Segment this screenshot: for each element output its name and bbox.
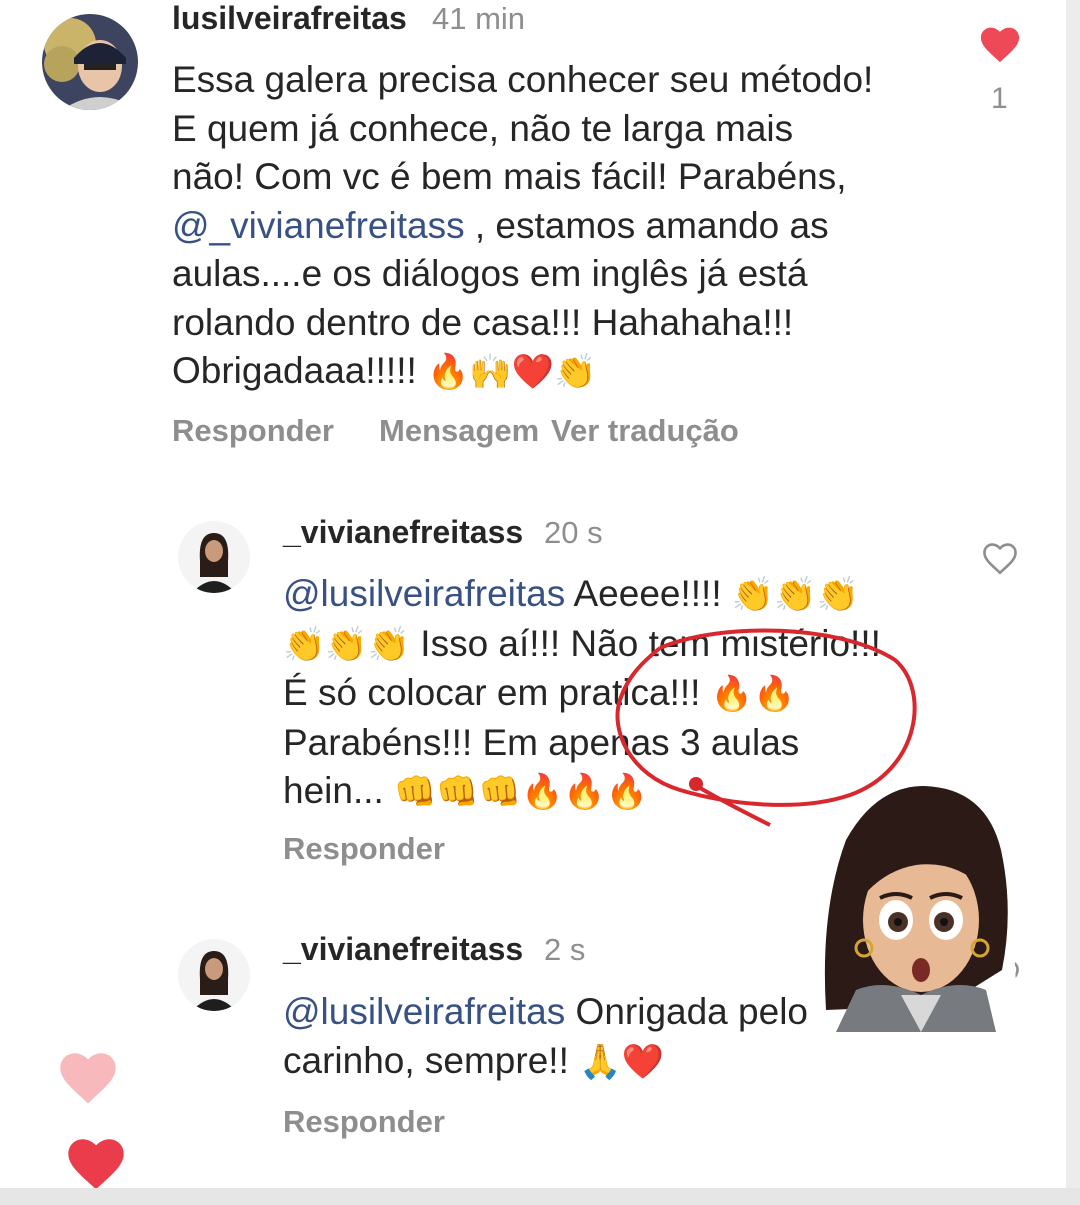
comment-time: 41 min: [432, 1, 526, 36]
emoji-group: 👊👊👊🔥🔥🔥: [394, 772, 649, 812]
mention-link[interactable]: @lusilveirafreitas: [283, 573, 565, 614]
heart-filled-icon[interactable]: [978, 24, 1022, 64]
comment-text-part: Essa galera precisa conhecer seu método!…: [172, 59, 874, 197]
comment-text-part: Aeeee!!!!: [565, 573, 732, 614]
bottom-edge: [0, 1188, 1080, 1205]
emoji-group: 🔥🙌❤️👏: [427, 352, 597, 392]
mention-link[interactable]: @lusilveirafreitas: [283, 991, 565, 1032]
comment-username[interactable]: lusilveirafreitas: [172, 0, 407, 37]
comment-text: Essa galera precisa conhecer seu método!…: [172, 56, 873, 397]
comments-panel: lusilveirafreitas 41 min Essa galera pre…: [0, 0, 1066, 1188]
avatar-vivianefreitass[interactable]: [178, 521, 250, 593]
heart-outline-icon[interactable]: [982, 957, 1022, 993]
avatar-lusilveirafreitas[interactable]: [42, 14, 138, 110]
heart-outline-icon[interactable]: [980, 540, 1020, 576]
comment-username[interactable]: _vivianefreitass: [283, 514, 523, 551]
heart-red-icon: [64, 1134, 128, 1188]
comment-text: @lusilveirafreitas Aeeee!!!! 👏👏👏 👏👏👏 Iss…: [283, 570, 881, 817]
emoji-group: 🙏❤️: [579, 1041, 664, 1082]
scrollbar[interactable]: [1066, 0, 1080, 1205]
comment-text: @lusilveirafreitas Onrigada pelo carinho…: [283, 988, 808, 1086]
mention-link[interactable]: @_vivianefreitass: [172, 205, 465, 246]
comment-username[interactable]: _vivianefreitass: [283, 931, 523, 968]
avatar-vivianefreitass[interactable]: [178, 939, 250, 1011]
comment-time: 2 s: [544, 932, 586, 967]
translate-button[interactable]: Ver tradução: [551, 413, 739, 449]
reply-button[interactable]: Responder: [283, 831, 445, 867]
emoji-group: 🔥🔥: [710, 674, 796, 714]
reply-button[interactable]: Responder: [283, 1104, 445, 1140]
heart-light-pink-icon: [56, 1048, 120, 1111]
reply-button[interactable]: Responder: [172, 413, 334, 449]
message-button[interactable]: Mensagem: [379, 413, 539, 449]
comment-time: 20 s: [544, 515, 603, 550]
like-count: 1: [991, 82, 1008, 115]
